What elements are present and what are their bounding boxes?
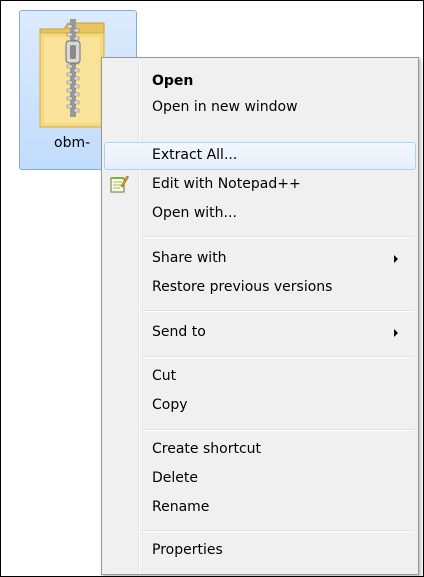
menu-item-label: Copy — [152, 397, 188, 413]
menu-item-restore-previous-versions[interactable]: Restore previous versions — [104, 274, 416, 302]
menu-item-label: Create shortcut — [152, 441, 262, 457]
menu-item-label: Rename — [152, 499, 210, 515]
menu-separator — [142, 530, 414, 532]
menu-item-label: Extract All... — [152, 147, 238, 163]
menu-item-label: Open in new window — [152, 99, 298, 115]
zip-folder-icon — [39, 19, 105, 128]
menu-item-label: Properties — [152, 542, 223, 558]
menu-item-share-with[interactable]: Share with — [104, 245, 416, 273]
explorer-content-area: obm- Open Open in new window Extract All… — [0, 0, 424, 577]
menu-item-delete[interactable]: Delete — [104, 465, 416, 493]
menu-item-rename[interactable]: Rename — [104, 494, 416, 522]
context-menu: Open Open in new window Extract All... E… — [101, 57, 419, 575]
menu-separator — [142, 236, 414, 238]
menu-item-extract-all[interactable]: Extract All... — [104, 142, 416, 170]
menu-item-send-to[interactable]: Send to — [104, 319, 416, 347]
menu-item-create-shortcut[interactable]: Create shortcut — [104, 436, 416, 464]
menu-item-label: Edit with Notepad++ — [152, 176, 301, 192]
menu-item-open-new-window[interactable]: Open in new window — [104, 94, 416, 122]
menu-item-label: Restore previous versions — [152, 279, 333, 295]
menu-item-edit-notepad[interactable]: Edit with Notepad++ — [104, 171, 416, 199]
menu-item-label: Share with — [152, 250, 227, 266]
menu-item-open[interactable]: Open — [104, 68, 416, 96]
menu-item-properties[interactable]: Properties — [104, 537, 416, 565]
submenu-arrow-icon — [394, 255, 398, 263]
menu-item-label: Cut — [152, 368, 177, 384]
menu-item-cut[interactable]: Cut — [104, 363, 416, 391]
notepad-plus-plus-icon — [110, 175, 129, 193]
menu-item-open-with[interactable]: Open with... — [104, 200, 416, 228]
submenu-arrow-icon — [394, 329, 398, 337]
menu-item-label: Delete — [152, 470, 198, 486]
menu-item-label: Open — [152, 73, 194, 89]
menu-separator — [142, 356, 414, 358]
menu-item-copy[interactable]: Copy — [104, 392, 416, 420]
menu-item-label: Send to — [152, 324, 206, 340]
menu-separator — [142, 310, 414, 312]
menu-item-label: Open with... — [152, 205, 237, 221]
menu-separator — [142, 429, 414, 431]
